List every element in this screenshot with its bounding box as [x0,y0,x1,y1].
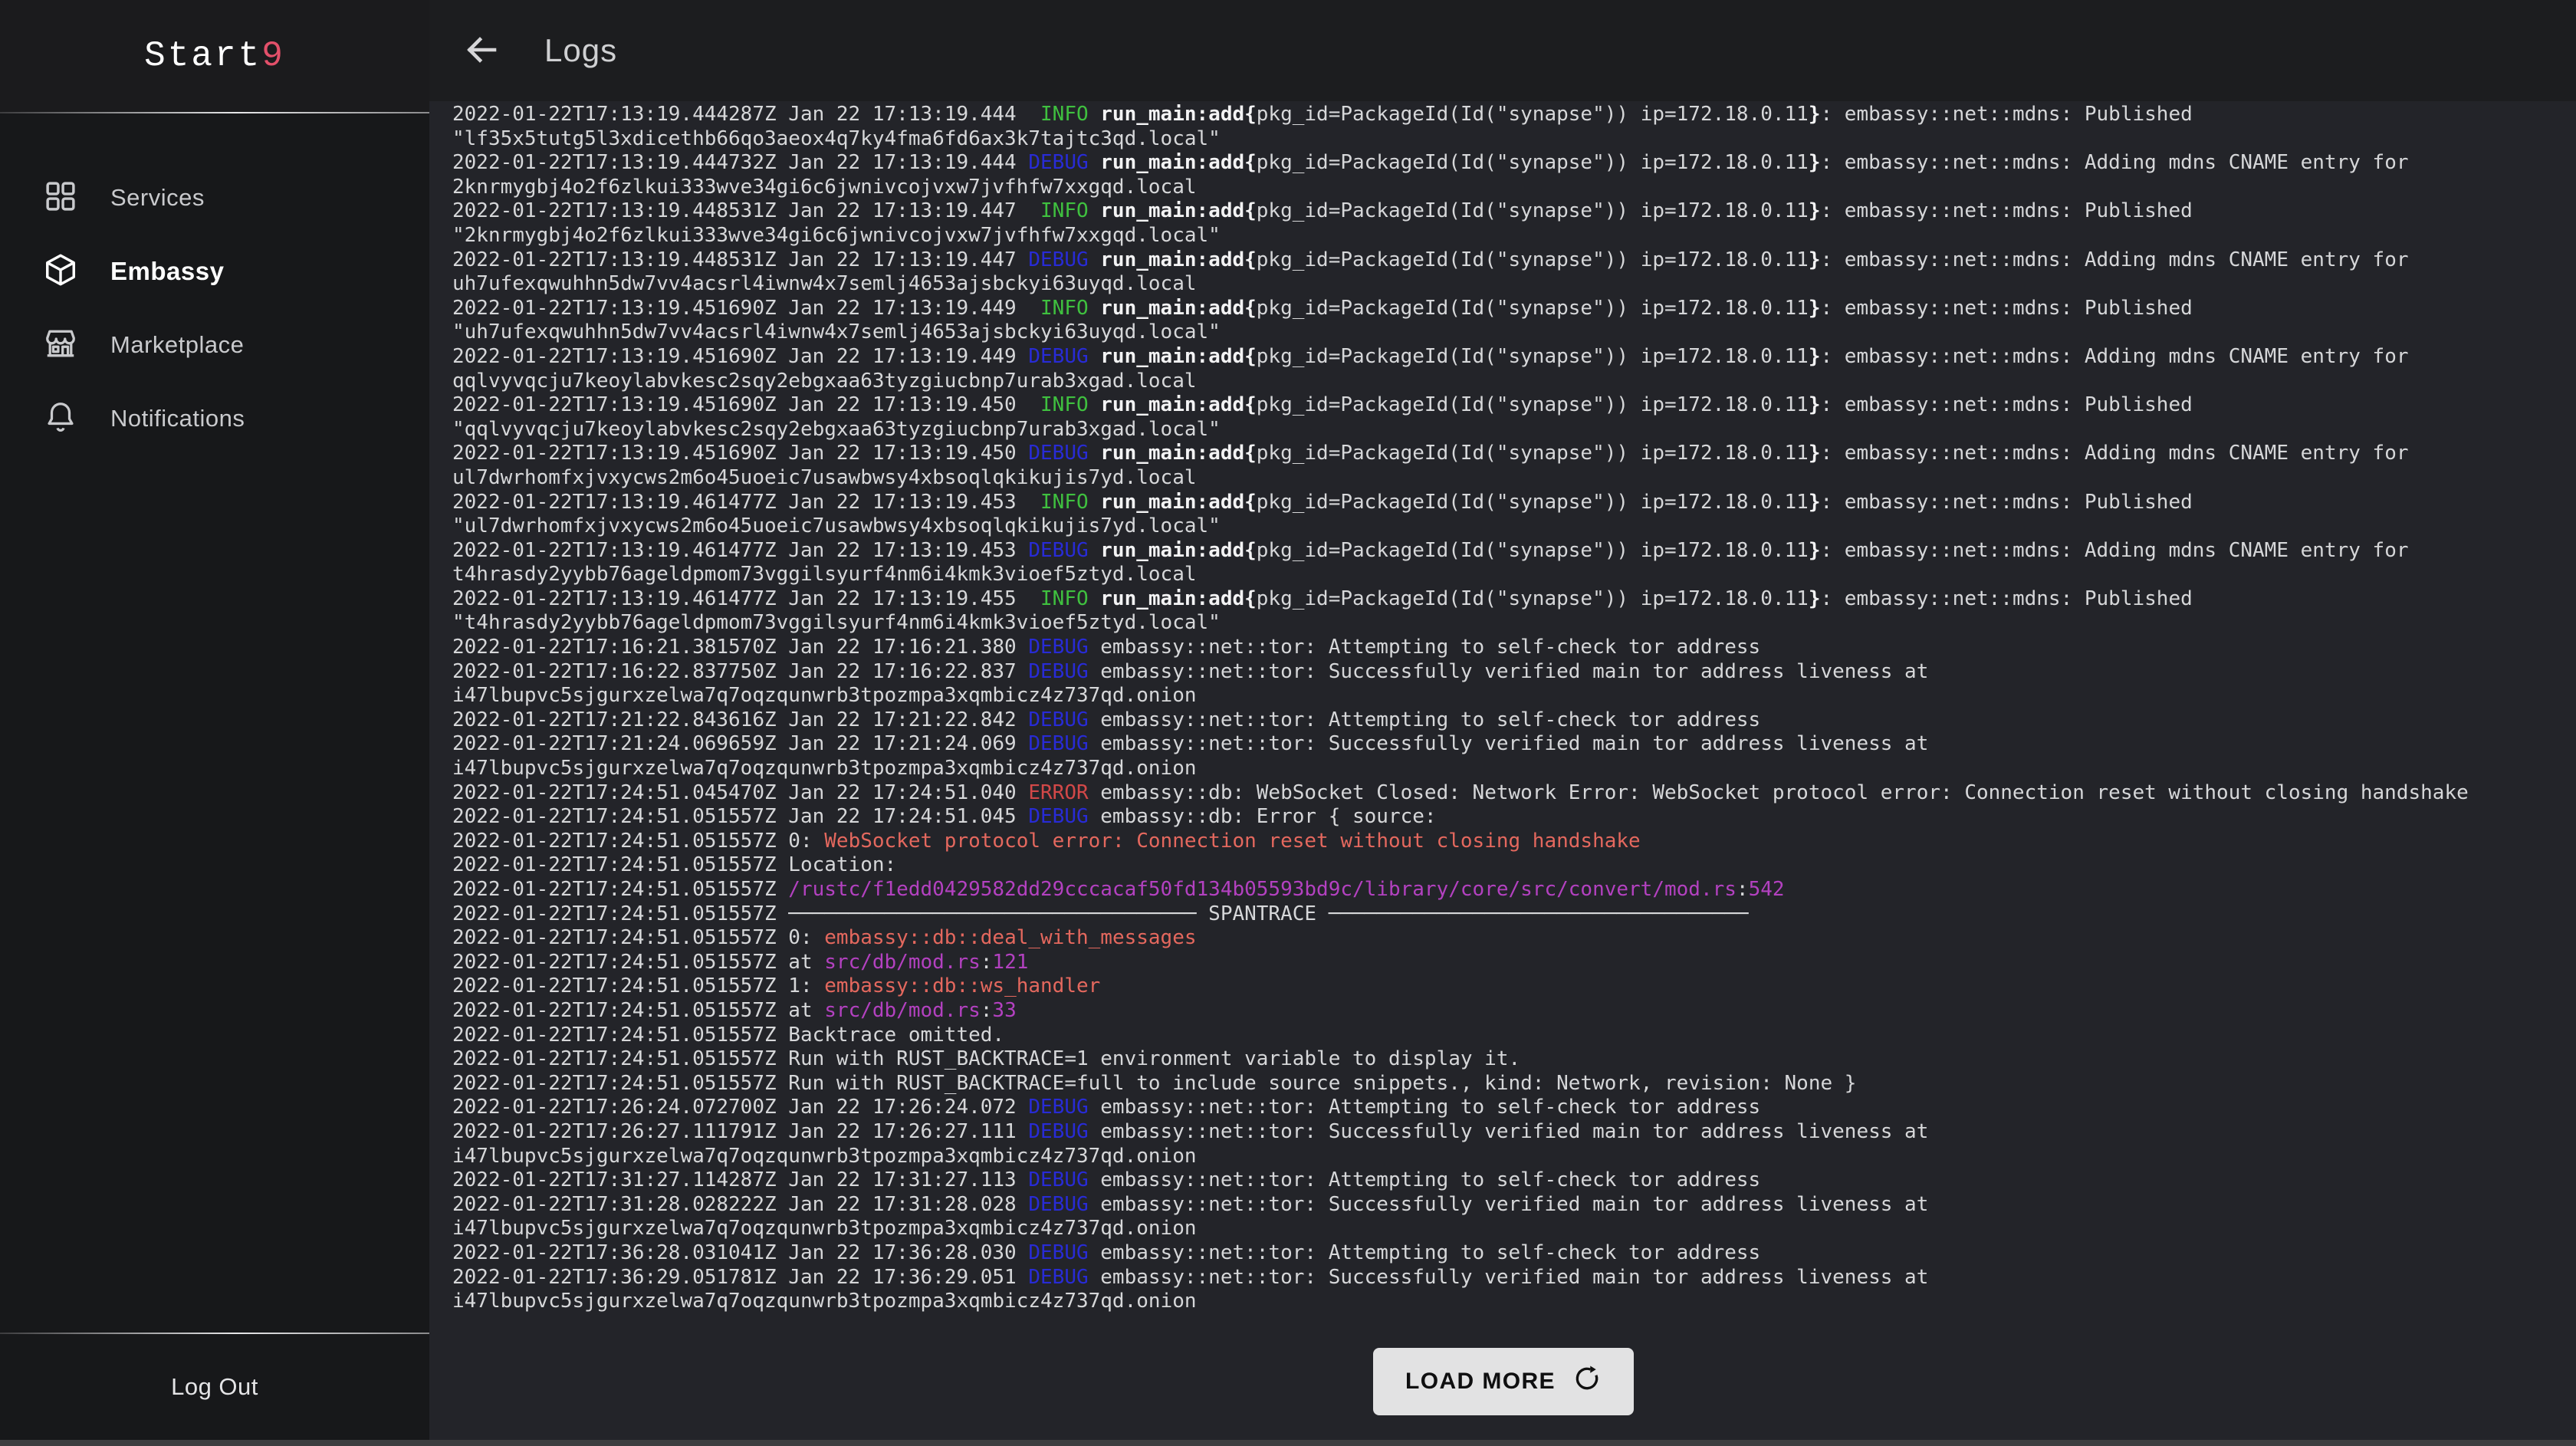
arrow-left-icon [463,31,500,71]
bottom-scrollbar-track[interactable] [0,1440,2576,1446]
log-line: "t4hrasdy2yybb76ageldpmom73vggilsyurf4nm… [452,611,2555,636]
log-line: 2022-01-22T17:36:29.051781Z Jan 22 17:36… [452,1266,2555,1290]
sidebar-item-label: Embassy [110,257,224,286]
log-line: "2knrmygbj4o2f6zlkui333wve34gi6c6jwnivco… [452,224,2555,248]
log-line: i47lbupvc5sjgurxzelwa7q7oqzqunwrb3tpozmp… [452,757,2555,781]
load-more-label: LOAD MORE [1405,1369,1556,1395]
sidebar-item-label: Notifications [110,405,245,432]
bell-icon [43,399,78,439]
log-line: 2022-01-22T17:13:19.448531Z Jan 22 17:13… [452,199,2555,224]
logo-bar: Start9 [0,0,429,112]
log-line: 2022-01-22T17:13:19.461477Z Jan 22 17:13… [452,587,2555,612]
load-more-button[interactable]: LOAD MORE [1373,1348,1634,1415]
sidebar: Start9 Services [0,0,429,1446]
sidebar-item-embassy[interactable]: Embassy [0,235,429,308]
log-line: 2022-01-22T17:26:24.072700Z Jan 22 17:26… [452,1096,2555,1120]
log-line: t4hrasdy2yybb76ageldpmom73vggilsyurf4nm6… [452,563,2555,587]
log-line: 2022-01-22T17:13:19.461477Z Jan 22 17:13… [452,539,2555,564]
log-line: 2022-01-22T17:24:51.051557Z 0: embassy::… [452,926,2555,951]
refresh-icon [1572,1364,1602,1399]
cube-icon [43,252,78,291]
log-line: 2022-01-22T17:26:27.111791Z Jan 22 17:26… [452,1120,2555,1145]
log-line: 2022-01-22T17:24:51.051557Z /rustc/f1edd… [452,878,2555,902]
load-more-container: LOAD MORE [452,1348,2555,1415]
log-line: 2knrmygbj4o2f6zlkui333wve34gi6c6jwnivcoj… [452,176,2555,200]
log-line: 2022-01-22T17:13:19.451690Z Jan 22 17:13… [452,345,2555,370]
log-line: 2022-01-22T17:24:51.051557Z 0: WebSocket… [452,830,2555,854]
log-line: 2022-01-22T17:21:24.069659Z Jan 22 17:21… [452,732,2555,757]
sidebar-spacer [0,455,429,1333]
log-line: 2022-01-22T17:24:51.051557Z ────────────… [452,902,2555,927]
log-line: 2022-01-22T17:31:27.114287Z Jan 22 17:31… [452,1168,2555,1193]
log-line: 2022-01-22T17:24:51.051557Z Jan 22 17:24… [452,805,2555,830]
sidebar-item-label: Services [110,184,205,212]
log-line: 2022-01-22T17:24:51.051557Z Backtrace om… [452,1024,2555,1048]
log-line: i47lbupvc5sjgurxzelwa7q7oqzqunwrb3tpozmp… [452,1290,2555,1314]
log-line: uh7ufexqwuhhn5dw7vv4acsrl4iwnw4x7semlj46… [452,272,2555,297]
log-line: 2022-01-22T17:24:51.051557Z Run with RUS… [452,1072,2555,1096]
sidebar-item-label: Marketplace [110,331,244,359]
log-line: 2022-01-22T17:31:28.028222Z Jan 22 17:31… [452,1193,2555,1218]
services-grid-icon [43,179,78,218]
log-line: "uh7ufexqwuhhn5dw7vv4acsrl4iwnw4x7semlj4… [452,320,2555,345]
storefront-icon [43,326,78,365]
log-line: 2022-01-22T17:21:22.843616Z Jan 22 17:21… [452,708,2555,733]
sidebar-item-services[interactable]: Services [0,161,429,235]
back-button[interactable] [462,31,501,71]
main-area: Logs 2022-01-22T17:13:19.444287Z Jan 22 … [429,0,2576,1446]
log-line: 2022-01-22T17:24:51.051557Z at src/db/mo… [452,999,2555,1024]
log-line: 2022-01-22T17:13:19.461477Z Jan 22 17:13… [452,491,2555,515]
page-title: Logs [544,32,617,69]
log-line: ul7dwrhomfxjvxycws2m6o45uoeic7usawbwsy4x… [452,466,2555,491]
log-line: qqlvyvqcju7keoylabvkesc2sqy2ebgxaa63tyzg… [452,370,2555,394]
sidebar-nav: Services Embassy [0,113,429,455]
log-line: 2022-01-22T17:24:51.045470Z Jan 22 17:24… [452,781,2555,806]
log-line: i47lbupvc5sjgurxzelwa7q7oqzqunwrb3tpozmp… [452,1217,2555,1241]
app-window: Start9 Services [0,0,2576,1446]
log-line: 2022-01-22T17:13:19.451690Z Jan 22 17:13… [452,393,2555,418]
logo-brand-text: Start [144,36,261,76]
log-rows: 2022-01-22T17:13:19.444287Z Jan 22 17:13… [452,103,2555,1314]
log-line: 2022-01-22T17:24:51.051557Z Run with RUS… [452,1047,2555,1072]
page-header: Logs [429,0,2576,101]
log-line: i47lbupvc5sjgurxzelwa7q7oqzqunwrb3tpozmp… [452,1145,2555,1169]
log-line: 2022-01-22T17:24:51.051557Z at src/db/mo… [452,951,2555,975]
log-line: 2022-01-22T17:36:28.031041Z Jan 22 17:36… [452,1241,2555,1266]
log-line: 2022-01-22T17:13:19.448531Z Jan 22 17:13… [452,248,2555,273]
log-line: 2022-01-22T17:13:19.451690Z Jan 22 17:13… [452,442,2555,466]
log-line: "lf35x5tutg5l3xdicethb66qo3aeox4q7ky4fma… [452,127,2555,152]
log-line: 2022-01-22T17:16:22.837750Z Jan 22 17:16… [452,660,2555,685]
log-line: 2022-01-22T17:24:51.051557Z Location: [452,853,2555,878]
log-line: 2022-01-22T17:13:19.444287Z Jan 22 17:13… [452,103,2555,127]
sidebar-item-notifications[interactable]: Notifications [0,382,429,455]
logout-button[interactable]: Log Out [0,1334,429,1440]
log-line: 2022-01-22T17:16:21.381570Z Jan 22 17:16… [452,636,2555,660]
start9-logo: Start9 [144,36,285,76]
logo-accent-9: 9 [261,36,285,76]
log-line: "qqlvyvqcju7keoylabvkesc2sqy2ebgxaa63tyz… [452,418,2555,442]
log-line: 2022-01-22T17:24:51.051557Z 1: embassy::… [452,974,2555,999]
log-line: 2022-01-22T17:13:19.451690Z Jan 22 17:13… [452,297,2555,321]
log-viewer[interactable]: 2022-01-22T17:13:19.444287Z Jan 22 17:13… [429,101,2576,1446]
sidebar-item-marketplace[interactable]: Marketplace [0,308,429,382]
log-line: "ul7dwrhomfxjvxycws2m6o45uoeic7usawbwsy4… [452,514,2555,539]
log-line: 2022-01-22T17:13:19.444732Z Jan 22 17:13… [452,151,2555,176]
log-line: i47lbupvc5sjgurxzelwa7q7oqzqunwrb3tpozmp… [452,684,2555,708]
